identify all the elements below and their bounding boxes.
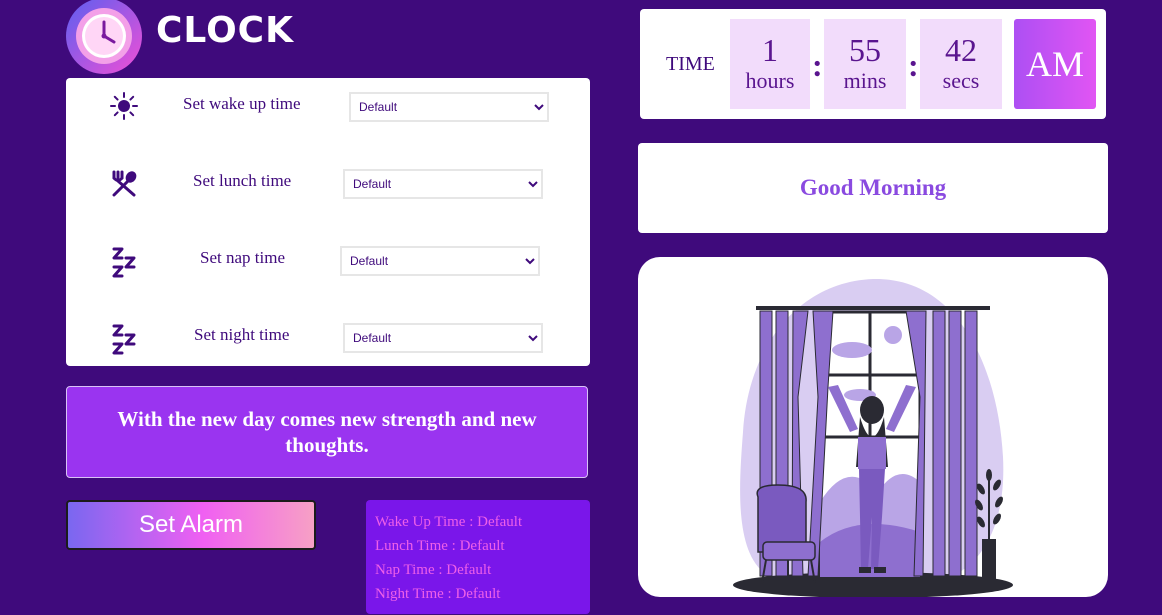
- summary-lunch: Lunch Time : Default: [375, 538, 505, 554]
- lunch-label: Set lunch time: [193, 171, 292, 190]
- lunch-select[interactable]: Default: [343, 169, 543, 199]
- time-label: TIME: [666, 53, 715, 75]
- night-label: Set night time: [194, 325, 290, 344]
- summary-night: Night Time : Default: [375, 586, 501, 602]
- nap-label: Set nap time: [200, 248, 285, 267]
- nap-select[interactable]: Default: [340, 246, 540, 276]
- clock-logo-icon: [66, 0, 144, 76]
- settings-row-wake: Set wake up time Default: [66, 86, 590, 126]
- alarm-settings-panel: Set wake up time Default Set lunch time …: [66, 78, 590, 366]
- motivational-quote: With the new day comes new strength and …: [66, 386, 588, 478]
- sun-icon: [110, 92, 138, 120]
- hours-box: 1 hours: [730, 19, 810, 109]
- summary-wake: Wake Up Time : Default: [375, 514, 523, 530]
- greeting-text: Good Morning: [638, 143, 1108, 233]
- wake-up-select[interactable]: Default: [349, 92, 549, 122]
- settings-row-nap: Set nap time Default: [66, 240, 590, 280]
- brand-title: CLOCK: [156, 10, 294, 51]
- mins-box: 55 mins: [824, 19, 906, 109]
- night-select[interactable]: Default: [343, 323, 543, 353]
- zzz-icon: [110, 246, 138, 278]
- time-separator: :: [812, 47, 823, 83]
- alarm-summary: Wake Up Time : Default Lunch Time : Defa…: [366, 500, 590, 614]
- zzz-icon: [110, 323, 138, 355]
- hours-label: hours: [745, 68, 795, 93]
- settings-row-lunch: Set lunch time Default: [66, 163, 590, 203]
- ampm-indicator: AM: [1014, 19, 1096, 109]
- wake-up-label: Set wake up time: [183, 94, 301, 113]
- set-alarm-button[interactable]: Set Alarm: [66, 500, 316, 550]
- hours-value: 1: [762, 32, 778, 68]
- fork-spoon-icon: [110, 169, 138, 197]
- secs-label: secs: [942, 68, 980, 93]
- mins-label: mins: [843, 68, 887, 93]
- time-display: TIME 1 hours : 55 mins : 42 secs AM: [640, 9, 1106, 119]
- secs-value: 42: [945, 32, 977, 68]
- secs-box: 42 secs: [920, 19, 1002, 109]
- morning-illustration: [638, 257, 1108, 597]
- settings-row-night: Set night time Default: [66, 317, 590, 357]
- summary-nap: Nap Time : Default: [375, 562, 492, 578]
- mins-value: 55: [849, 32, 881, 68]
- time-separator: :: [908, 47, 919, 83]
